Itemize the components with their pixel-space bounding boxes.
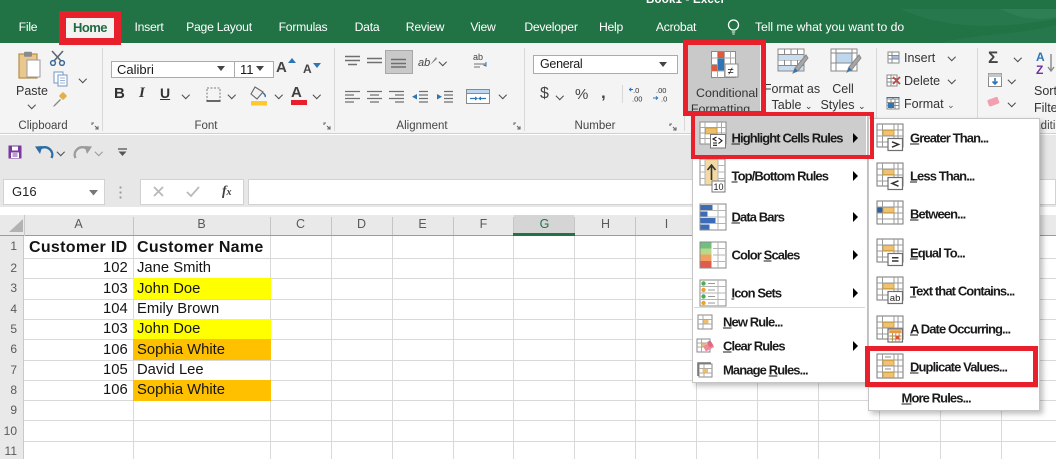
svg-text:10: 10 [714,182,724,192]
svg-text:Z: Z [1036,63,1043,76]
svg-text:.00: .00 [632,95,642,104]
svg-text:.0: .0 [661,95,667,104]
svg-text:ab: ab [890,293,901,304]
svg-text:A: A [1036,50,1045,64]
svg-text:ab: ab [418,57,430,69]
svg-text:ab: ab [473,52,483,62]
